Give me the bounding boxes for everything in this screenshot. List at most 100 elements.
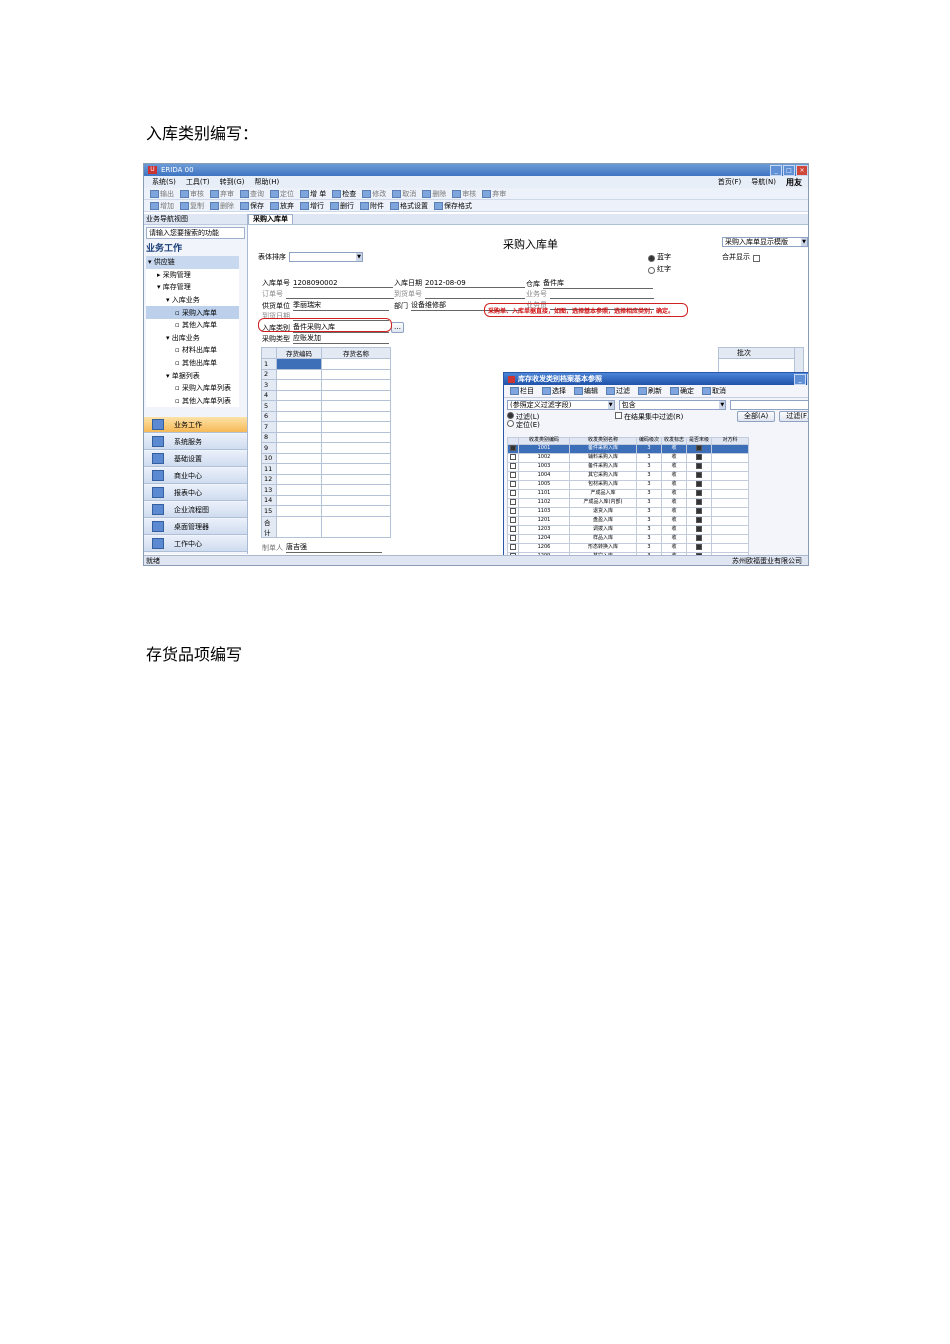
nav-tree-item[interactable]: ▫ 其他入库单列表 <box>146 395 239 408</box>
radio-locate[interactable]: 定位(E) <box>507 420 540 430</box>
row-select-cell[interactable] <box>507 479 519 490</box>
toolbar-button[interactable]: 增 单 <box>300 189 326 199</box>
merge-display[interactable]: 合并显示 <box>722 252 762 262</box>
row-select-cell[interactable] <box>507 488 519 499</box>
filter-value-input[interactable] <box>730 400 808 410</box>
table-row[interactable]: 9 <box>261 442 391 454</box>
table-row[interactable]: 1103 退货入库 3 收 <box>507 506 749 517</box>
table-row[interactable]: 11 <box>261 463 391 475</box>
grid-cell[interactable] <box>276 358 322 370</box>
table-row[interactable]: 1003 备件采购入库 3 收 <box>507 461 749 472</box>
toolbar-button[interactable]: 格式设置 <box>390 201 428 211</box>
purchase-type-field[interactable]: 采购类型 应账发加 <box>262 333 389 344</box>
nav-button[interactable]: 基础设置 <box>144 451 247 468</box>
radio-blue[interactable]: 蓝字 <box>648 252 671 262</box>
grid-cell[interactable] <box>321 389 391 401</box>
table-row[interactable]: 1101 产成品入库 3 收 <box>507 488 749 499</box>
toolbar-button[interactable]: 弃审 <box>210 189 234 199</box>
nav-tree-item[interactable]: ▫ 材料出库单 <box>146 344 239 357</box>
row-checkbox[interactable] <box>510 507 516 514</box>
row-select-cell[interactable] <box>507 470 519 481</box>
menu-item[interactable]: 系统(S) <box>152 177 176 187</box>
table-row[interactable]: 10 <box>261 452 391 464</box>
table-row[interactable]: 12 <box>261 473 391 485</box>
grid-cell[interactable] <box>276 494 322 506</box>
table-row[interactable]: 5 <box>261 400 391 412</box>
nav-tree-item[interactable]: ▾ 供应链 <box>146 256 239 269</box>
table-row[interactable]: 13 <box>261 484 391 496</box>
grid-cell[interactable] <box>276 421 322 433</box>
table-row[interactable]: 4 <box>261 389 391 401</box>
table-row[interactable]: 7 <box>261 421 391 433</box>
dialog-maximize-icon[interactable]: □ <box>807 373 808 385</box>
grid-cell[interactable] <box>276 484 322 496</box>
row-select-cell[interactable] <box>507 533 519 544</box>
table-row[interactable]: 1005 包材采购入库 3 收 <box>507 479 749 490</box>
toolbar-button[interactable]: 修改 <box>362 189 386 199</box>
toolbar-button[interactable]: 审核 <box>180 189 204 199</box>
toolbar-button[interactable]: 保存 <box>240 201 264 211</box>
nav-tree-item[interactable]: ▾ 库存管理 <box>146 281 239 294</box>
row-select-cell[interactable] <box>507 497 519 508</box>
nav-tree-item[interactable]: ▸ 采购管理 <box>146 269 239 282</box>
dialog-minimize-icon[interactable]: _ <box>794 373 806 385</box>
filter-button[interactable]: 过滤(F) <box>779 411 808 422</box>
nav-button[interactable]: 商业中心 <box>144 468 247 485</box>
table-row[interactable]: 3 <box>261 379 391 391</box>
grid-cell[interactable] <box>276 400 322 412</box>
row-checkbox[interactable] <box>510 480 516 487</box>
toolbar-button[interactable]: 审核 <box>452 189 476 199</box>
dialog-tool-button[interactable]: 刷新 <box>638 386 662 396</box>
dialog-tool-button[interactable]: 编辑 <box>574 386 598 396</box>
row-checkbox[interactable] <box>510 444 516 451</box>
nav-button[interactable]: 报表中心 <box>144 485 247 502</box>
toolbar-button[interactable]: 增行 <box>300 201 324 211</box>
nav-tree-item[interactable]: ▫ 采购入库单列表 <box>146 382 239 395</box>
grid-cell[interactable] <box>321 463 391 475</box>
grid-cell[interactable] <box>276 463 322 475</box>
table-row[interactable]: 14 <box>261 494 391 506</box>
toolbar-button[interactable]: 检查 <box>332 189 356 199</box>
grid-cell[interactable] <box>321 400 391 412</box>
date-field[interactable]: 入库日期 2012-08-09 <box>394 278 525 288</box>
row-checkbox[interactable] <box>510 471 516 478</box>
row-select-cell[interactable] <box>507 524 519 535</box>
toolbar-button[interactable]: 取消 <box>392 189 416 199</box>
grid-cell[interactable] <box>321 505 391 517</box>
nav-tree-item[interactable]: ▫ 其他入库单 <box>146 319 239 332</box>
grid-cell[interactable] <box>276 473 322 485</box>
nav-button[interactable]: 桌面管理器 <box>144 519 247 536</box>
grid-cell[interactable] <box>321 379 391 391</box>
grid-cell[interactable] <box>276 505 322 517</box>
toolbar-button[interactable]: 删除 <box>210 201 234 211</box>
grid-cell[interactable] <box>276 452 322 464</box>
row-checkbox[interactable] <box>510 453 516 460</box>
row-select-cell[interactable] <box>507 506 519 517</box>
table-row[interactable]: 1 <box>261 358 391 370</box>
row-checkbox[interactable] <box>510 534 516 541</box>
reference-button[interactable]: … <box>391 322 404 333</box>
grid-cell[interactable] <box>276 442 322 454</box>
row-checkbox[interactable] <box>510 543 516 550</box>
nav-tree-item[interactable]: ▾ 出库业务 <box>146 332 239 345</box>
nav-tree-item[interactable]: ▫ 采购入库单 <box>146 306 239 319</box>
dialog-tool-button[interactable]: 确定 <box>670 386 694 396</box>
toolbar-button[interactable]: 放弃 <box>270 201 294 211</box>
grid-cell[interactable] <box>321 421 391 433</box>
table-row[interactable]: 8 <box>261 431 391 443</box>
table-row[interactable]: 1102 产成品入库(内部) 3 收 <box>507 497 749 508</box>
row-select-cell[interactable] <box>507 452 519 463</box>
dialog-tool-button[interactable]: 选择 <box>542 386 566 396</box>
grid-cell[interactable] <box>321 368 391 380</box>
menu-item[interactable]: 转到(G) <box>220 177 245 187</box>
grid-cell[interactable] <box>321 410 391 422</box>
table-row[interactable]: 1206 形态转换入库 3 收 <box>507 542 749 553</box>
menu-item[interactable]: 工具(T) <box>186 177 210 187</box>
table-row[interactable]: 1002 辅料采购入库 3 收 <box>507 452 749 463</box>
all-button[interactable]: 全部(A) <box>737 411 776 422</box>
dialog-tool-button[interactable]: 过滤 <box>606 386 630 396</box>
nav-tree-item[interactable]: ▾ 入库业务 <box>146 294 239 307</box>
nav-button[interactable]: 系统服务 <box>144 434 247 451</box>
nav-button[interactable]: 业务工作 <box>144 417 247 434</box>
dialog-tool-button[interactable]: 栏目 <box>510 386 534 396</box>
